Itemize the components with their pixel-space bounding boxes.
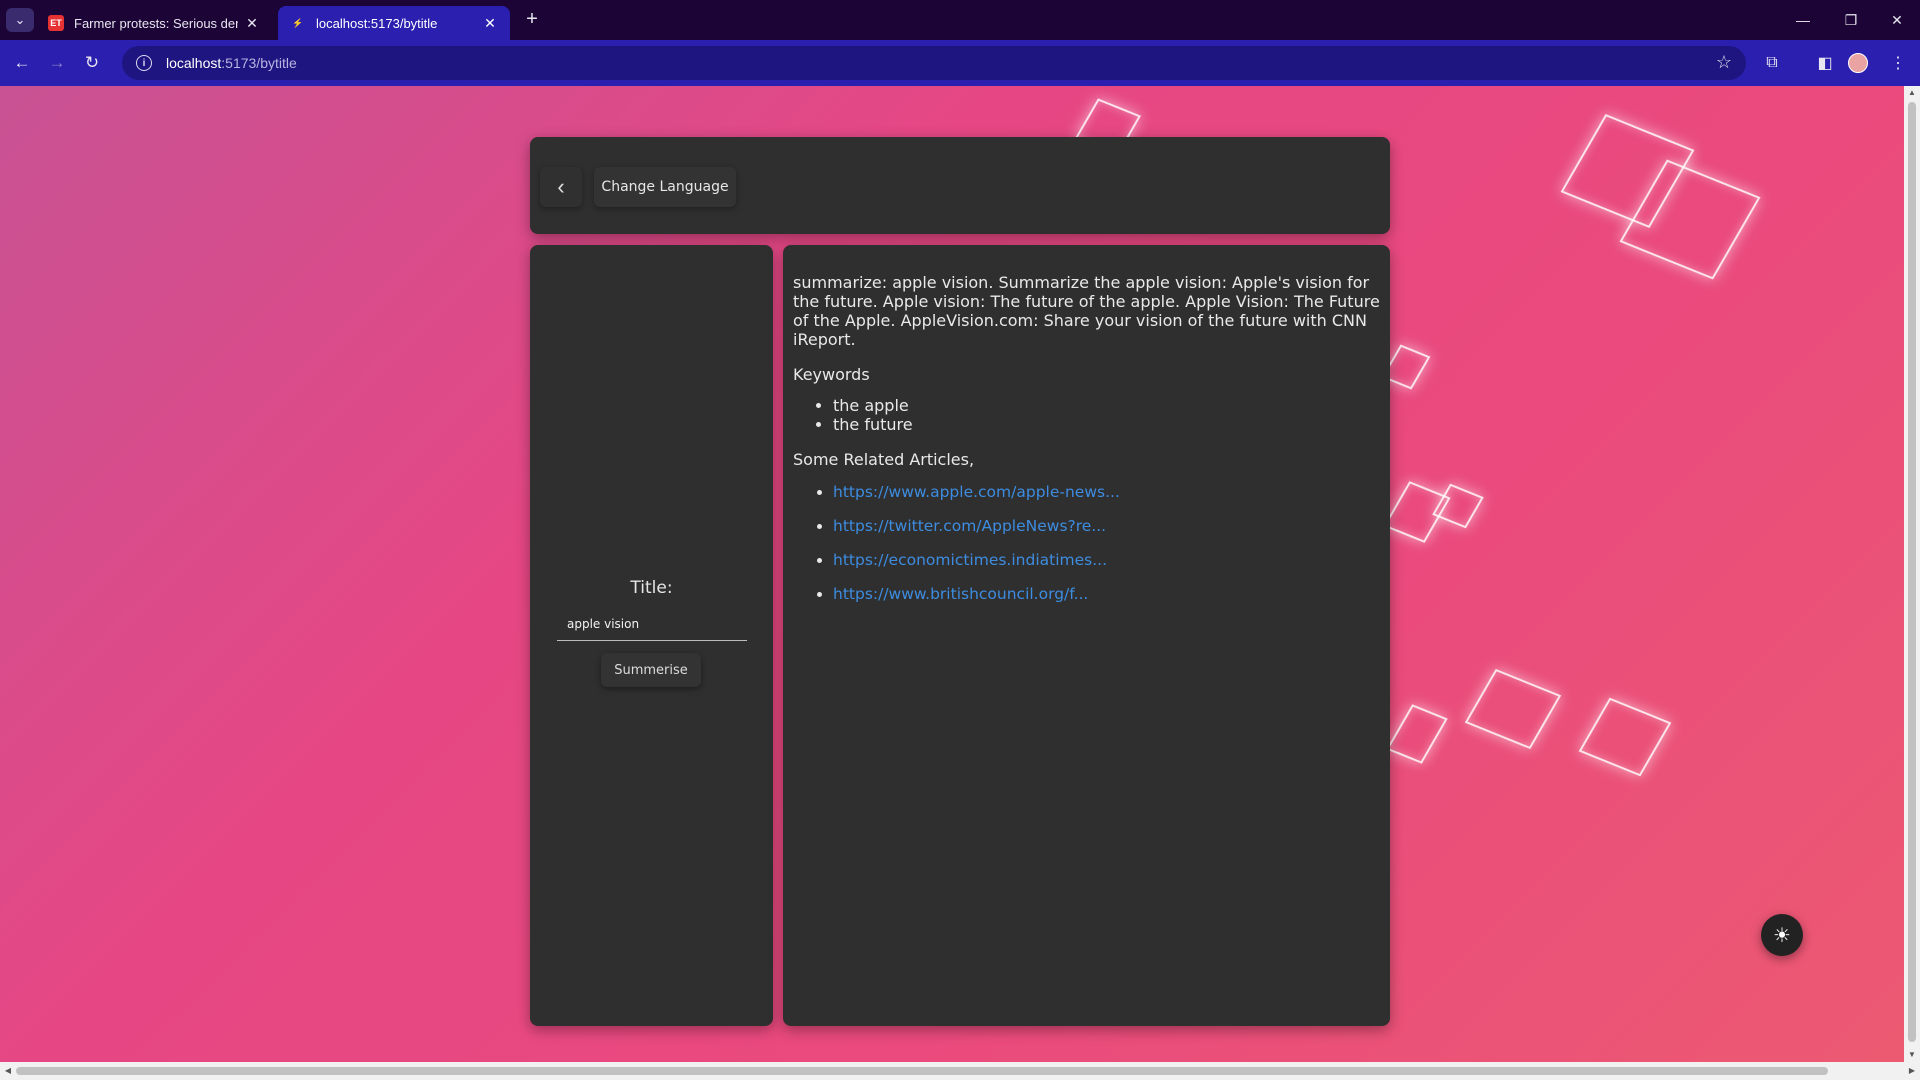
vite-favicon-icon: ⚡: [292, 17, 304, 28]
decorative-cube: [1464, 668, 1562, 750]
page-background: ‹ Change Language Title: Summerise summa…: [0, 86, 1904, 1062]
horizontal-scroll-thumb[interactable]: [16, 1067, 1828, 1075]
url-host: localhost: [166, 55, 222, 71]
browser-tab-inactive[interactable]: ET Farmer protests: Serious deman ✕: [36, 6, 272, 40]
related-articles-list: https://www.apple.com/apple-news... http…: [793, 483, 1380, 603]
decorative-cube: [1386, 704, 1448, 764]
scroll-right-arrow-icon[interactable]: ▶: [1904, 1062, 1920, 1080]
list-item: https://www.britishcouncil.org/f...: [833, 585, 1380, 603]
related-article-link[interactable]: https://www.britishcouncil.org/f...: [833, 585, 1088, 603]
new-tab-button[interactable]: +: [520, 8, 544, 32]
summary-result-card: summarize: apple vision. Summarize the a…: [783, 245, 1390, 1026]
vertical-scroll-thumb[interactable]: [1908, 102, 1916, 1042]
decorative-cube: [1432, 483, 1484, 529]
sun-icon: ☀: [1773, 924, 1791, 947]
list-item: https://twitter.com/AppleNews?re...: [833, 517, 1380, 535]
browser-toolbar: ← → ↻ i localhost:5173/bytitle ☆ ⧉ ◧ ⋮: [0, 40, 1920, 86]
browser-tab-bar: ⌄ ET Farmer protests: Serious deman ✕ ⚡ …: [0, 0, 1920, 40]
back-arrow-icon[interactable]: ←: [8, 49, 36, 77]
list-item: https://economictimes.indiatimes...: [833, 551, 1380, 569]
related-article-link[interactable]: https://twitter.com/AppleNews?re...: [833, 517, 1106, 535]
related-article-link[interactable]: https://economictimes.indiatimes...: [833, 551, 1107, 569]
title-label: Title:: [630, 578, 673, 598]
bookmark-star-icon[interactable]: ☆: [1716, 52, 1732, 73]
forward-arrow-icon[interactable]: →: [43, 49, 71, 77]
header-card: ‹ Change Language: [530, 137, 1390, 234]
tab-title: Farmer protests: Serious deman: [74, 15, 238, 31]
scroll-up-arrow-icon[interactable]: ▲: [1904, 86, 1920, 100]
site-info-icon[interactable]: i: [136, 55, 152, 71]
title-input[interactable]: [557, 607, 747, 641]
browser-menu-icon[interactable]: ⋮: [1886, 51, 1910, 75]
side-panel-icon[interactable]: ◧: [1813, 51, 1837, 75]
decorative-cube: [1578, 697, 1672, 777]
keyword-item: the future: [833, 415, 1380, 434]
tab-search-button[interactable]: ⌄: [6, 8, 34, 32]
restore-button[interactable]: ❐: [1828, 6, 1874, 34]
summarise-button[interactable]: Summerise: [601, 653, 701, 687]
keywords-list: the apple the future: [793, 396, 1380, 434]
profile-avatar[interactable]: [1848, 53, 1868, 73]
keywords-heading: Keywords: [793, 365, 870, 384]
address-bar[interactable]: i localhost:5173/bytitle ☆: [122, 46, 1746, 80]
list-item: https://www.apple.com/apple-news...: [833, 483, 1380, 501]
change-language-button[interactable]: Change Language: [594, 167, 736, 207]
extensions-icon[interactable]: ⧉: [1760, 51, 1784, 75]
browser-tab-active[interactable]: ⚡ localhost:5173/bytitle ✕: [278, 6, 510, 40]
related-article-link[interactable]: https://www.apple.com/apple-news...: [833, 483, 1120, 501]
back-button[interactable]: ‹: [540, 167, 582, 207]
related-articles-heading: Some Related Articles,: [793, 450, 975, 469]
scroll-down-arrow-icon[interactable]: ▼: [1904, 1048, 1920, 1062]
horizontal-scrollbar[interactable]: ◀ ▶: [0, 1062, 1920, 1080]
chevron-left-icon: ‹: [557, 174, 565, 199]
tab-close-icon[interactable]: ✕: [482, 15, 498, 32]
title-form-card: Title: Summerise: [530, 245, 773, 1026]
keyword-item: the apple: [833, 396, 1380, 415]
url-path: :5173/bytitle: [221, 55, 297, 71]
summary-text: summarize: apple vision. Summarize the a…: [793, 273, 1380, 349]
scroll-left-arrow-icon[interactable]: ◀: [0, 1062, 16, 1080]
minimize-button[interactable]: —: [1780, 6, 1826, 34]
vertical-scrollbar[interactable]: ▲ ▼: [1904, 86, 1920, 1062]
tab-title: localhost:5173/bytitle: [316, 15, 438, 31]
close-window-button[interactable]: ✕: [1874, 6, 1920, 34]
theme-toggle-button[interactable]: ☀: [1761, 914, 1803, 956]
tab-close-icon[interactable]: ✕: [244, 15, 260, 32]
reload-icon[interactable]: ↻: [78, 49, 106, 77]
et-favicon-icon: ET: [48, 15, 64, 31]
